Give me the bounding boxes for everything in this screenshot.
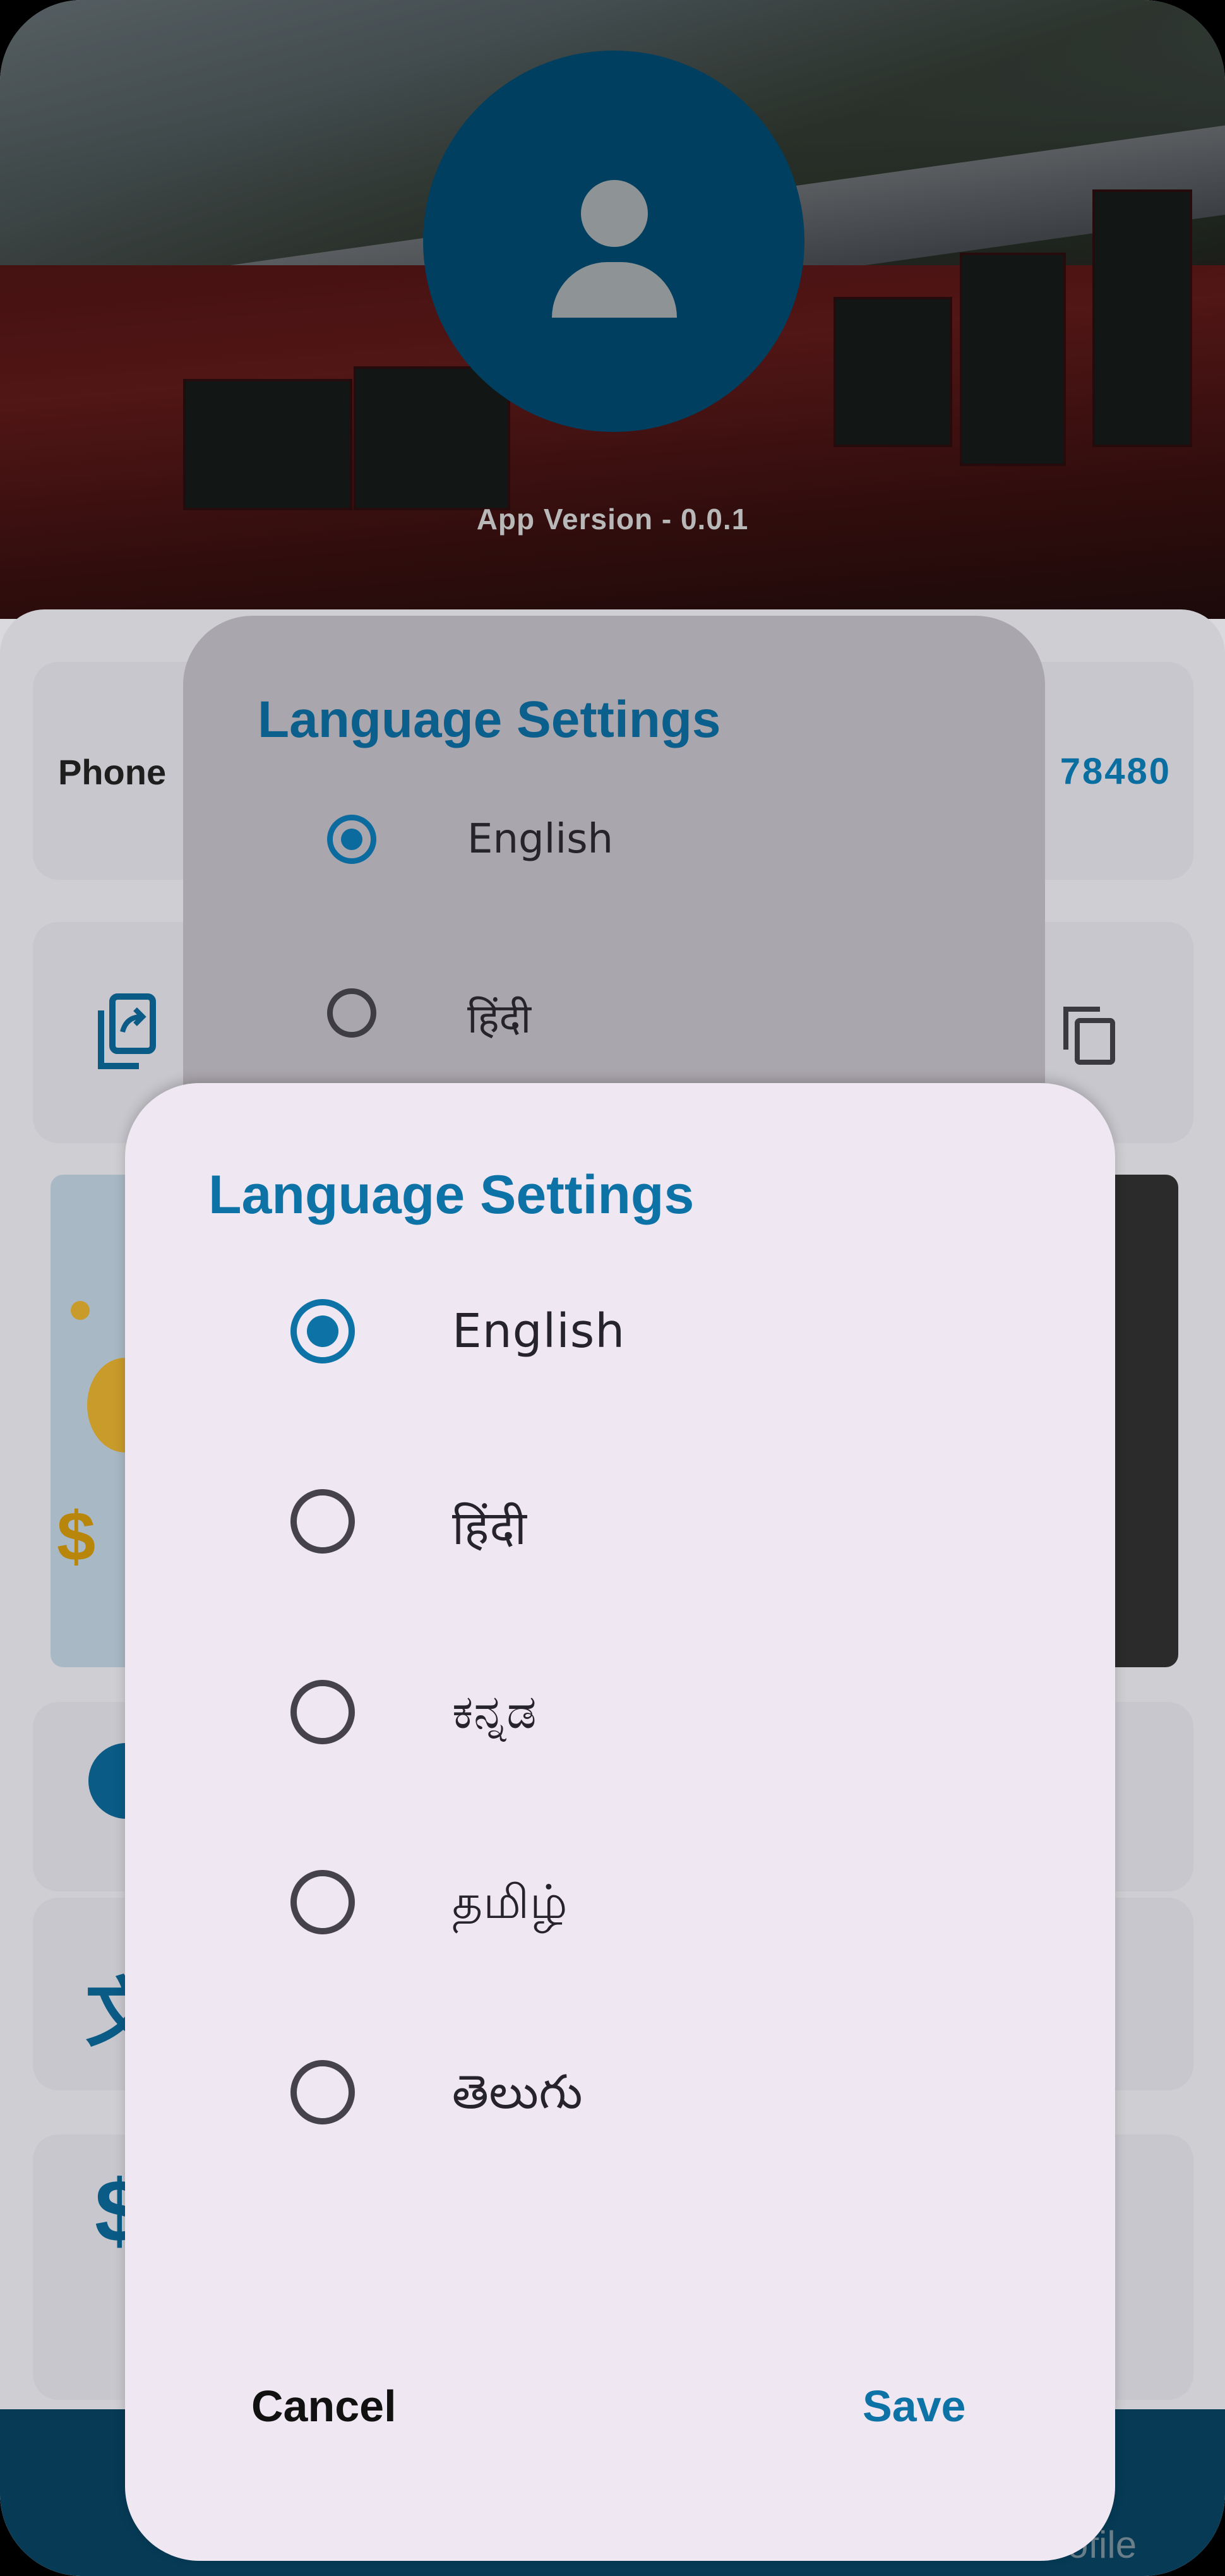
- save-button[interactable]: Save: [863, 2381, 965, 2431]
- radio-icon[interactable]: [327, 988, 376, 1038]
- language-option-english[interactable]: English: [183, 802, 1045, 878]
- language-option-hindi[interactable]: हिंदी: [183, 976, 1045, 1051]
- dialog-title: Language Settings: [258, 691, 721, 748]
- language-label: தமிழ்: [452, 1875, 568, 1929]
- radio-icon[interactable]: [290, 1870, 355, 1934]
- language-label: English: [467, 816, 614, 863]
- language-option-english[interactable]: English: [125, 1267, 1115, 1394]
- language-settings-dialog: Language Settings English हिंदी ಕನ್ನಡ தம…: [125, 1083, 1115, 2561]
- cancel-button[interactable]: Cancel: [251, 2381, 397, 2431]
- radio-icon[interactable]: [290, 1489, 355, 1554]
- language-option-kannada[interactable]: ಕನ್ನಡ: [125, 1648, 1115, 1775]
- language-label: తెలుగు: [452, 2065, 583, 2119]
- radio-icon[interactable]: [290, 1299, 355, 1363]
- language-label: हिंदी: [467, 996, 532, 1043]
- language-option-hindi[interactable]: हिंदी: [125, 1458, 1115, 1584]
- radio-icon[interactable]: [290, 2060, 355, 2124]
- language-label: English: [452, 1304, 626, 1358]
- language-option-tamil[interactable]: தமிழ்: [125, 1838, 1115, 1965]
- language-label: हिंदी: [452, 1501, 527, 1555]
- dialog-title: Language Settings: [208, 1165, 695, 1225]
- radio-icon[interactable]: [290, 1680, 355, 1744]
- app-screen: App Version - 0.0.1 Phone 78480 $ 文 $ Pr…: [0, 0, 1225, 2576]
- language-label: ಕನ್ನಡ: [452, 1685, 537, 1739]
- language-option-telugu[interactable]: తెలుగు: [125, 2028, 1115, 2155]
- radio-icon[interactable]: [327, 815, 376, 864]
